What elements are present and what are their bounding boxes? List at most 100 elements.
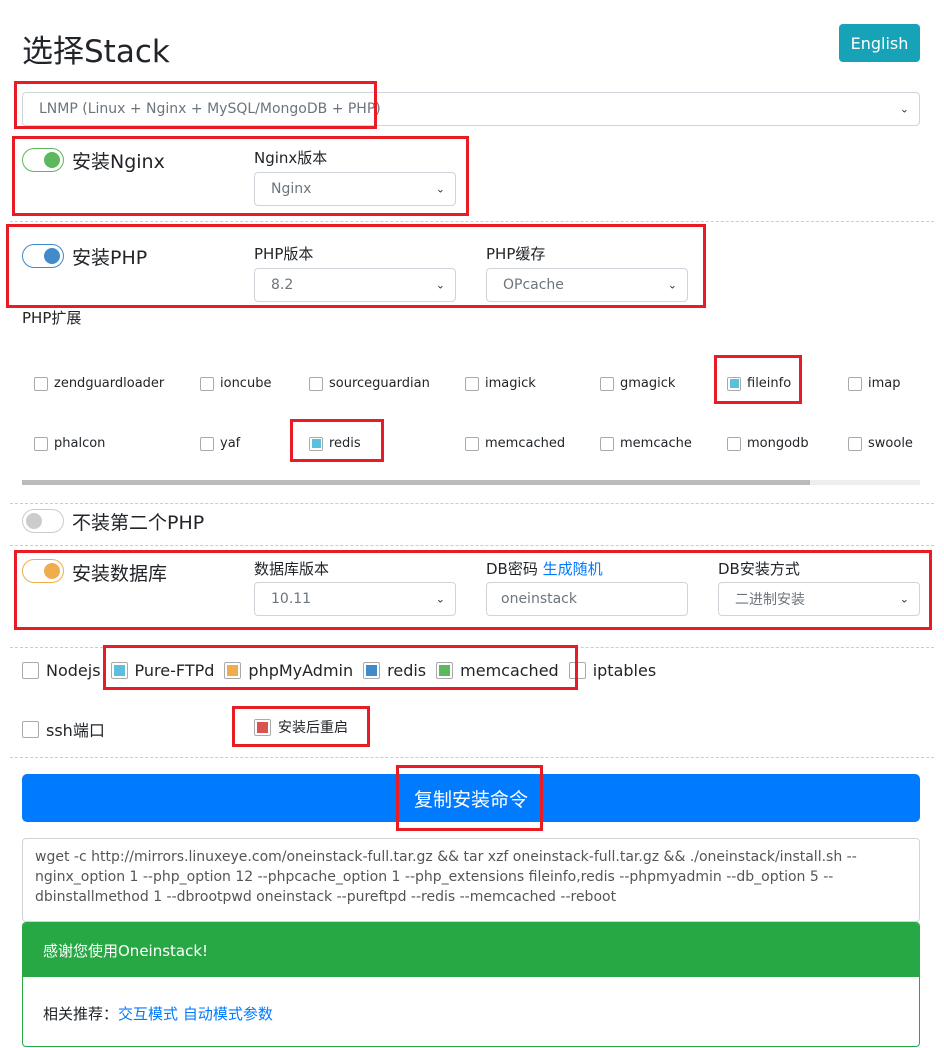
option-iptables[interactable]: iptables	[568, 661, 657, 680]
option-checkbox[interactable]	[568, 662, 586, 679]
extension-checkbox[interactable]	[309, 436, 323, 451]
checked-mark	[113, 665, 125, 676]
extension-checkbox[interactable]	[34, 436, 48, 451]
extension-imagick[interactable]: imagick	[465, 376, 536, 391]
extension-label: yaf	[220, 436, 241, 451]
extensions-scrollbar[interactable]	[22, 480, 920, 485]
extension-checkbox[interactable]	[34, 376, 48, 391]
auto-mode-params-link[interactable]: 自动模式参数	[183, 1005, 273, 1023]
checked-mark	[439, 665, 451, 676]
option-memcached[interactable]: memcached	[436, 661, 559, 680]
stack-select[interactable]: LNMP (Linux + Nginx + MySQL/MongoDB + PH…	[22, 92, 920, 126]
extension-label: imap	[868, 376, 901, 391]
extension-gmagick[interactable]: gmagick	[600, 376, 675, 391]
option-pure-ftpd[interactable]: Pure-FTPd	[110, 661, 215, 680]
db-toggle[interactable]	[22, 559, 64, 583]
db-method-select[interactable]: 二进制安装 ⌄	[718, 582, 920, 616]
option-checkbox[interactable]	[363, 662, 381, 679]
extension-checkbox[interactable]	[200, 376, 214, 391]
chevron-down-icon: ⌄	[899, 592, 909, 606]
db-version-value: 10.11	[271, 591, 312, 607]
extra-options: Nodejs Pure-FTPd phpMyAdmin redis memcached i…	[22, 661, 656, 680]
divider	[10, 503, 934, 504]
extension-checkbox[interactable]	[200, 436, 214, 451]
chevron-down-icon: ⌄	[435, 182, 445, 196]
nginx-toggle[interactable]	[22, 148, 64, 172]
scrollbar-thumb[interactable]	[22, 480, 810, 485]
checked-mark	[366, 665, 378, 676]
extension-imap[interactable]: imap	[848, 376, 901, 391]
extension-checkbox[interactable]	[600, 436, 614, 451]
command-textarea[interactable]: wget -c http://mirrors.linuxeye.com/onei…	[22, 838, 920, 922]
extension-fileinfo[interactable]: fileinfo	[727, 376, 791, 391]
english-button[interactable]: English	[839, 24, 920, 62]
option-label: phpMyAdmin	[248, 661, 354, 680]
interactive-mode-link[interactable]: 交互模式	[118, 1005, 178, 1023]
reboot-label: 安装后重启	[278, 720, 348, 736]
db-version-select[interactable]: 10.11 ⌄	[254, 582, 456, 616]
ssh-port-label: ssh端口	[46, 721, 105, 740]
extension-checkbox[interactable]	[727, 436, 741, 451]
ssh-port-checkbox[interactable]	[22, 720, 39, 738]
extension-yaf[interactable]: yaf	[200, 436, 240, 451]
divider	[10, 545, 934, 546]
nginx-version-select[interactable]: Nginx ⌄	[254, 172, 456, 206]
stack-select-value: LNMP (Linux + Nginx + MySQL/MongoDB + PH…	[39, 101, 381, 117]
option-phpmyadmin[interactable]: phpMyAdmin	[224, 661, 353, 680]
chevron-down-icon: ⌄	[667, 278, 677, 292]
db-password-label-wrap: DB密码 生成随机	[486, 558, 603, 579]
option-checkbox[interactable]	[224, 662, 242, 679]
extension-redis[interactable]: redis	[309, 436, 361, 451]
php-version-select[interactable]: 8.2 ⌄	[254, 268, 456, 302]
generate-random-link[interactable]: 生成随机	[543, 560, 603, 578]
extension-checkbox[interactable]	[465, 436, 479, 451]
page-title: 选择Stack	[22, 34, 170, 70]
extension-label: ioncube	[220, 376, 272, 391]
php-toggle[interactable]	[22, 244, 64, 268]
extension-phalcon[interactable]: phalcon	[34, 436, 105, 451]
option-label: iptables	[592, 661, 657, 680]
copy-command-button[interactable]: 复制安装命令	[22, 774, 920, 822]
extension-checkbox[interactable]	[848, 436, 862, 451]
extension-swoole[interactable]: swoole	[848, 436, 913, 451]
extension-sourceguardian[interactable]: sourceguardian	[309, 376, 430, 391]
extension-checkbox[interactable]	[848, 376, 862, 391]
recommend-label: 相关推荐：	[43, 1005, 119, 1023]
card-body: 相关推荐：交互模式 自动模式参数	[23, 977, 919, 1046]
checked-mark	[227, 665, 239, 676]
db-method-label: DB安装方式	[718, 560, 800, 578]
extension-checkbox[interactable]	[600, 376, 614, 391]
chevron-down-icon: ⌄	[435, 278, 445, 292]
extension-label: memcache	[620, 436, 692, 451]
php-version-label: PHP版本	[254, 245, 314, 263]
db-method-value: 二进制安装	[735, 592, 805, 608]
card-header: 感谢您使用Oneinstack!	[23, 923, 919, 977]
ssh-port-option[interactable]: ssh端口	[22, 717, 105, 741]
option-checkbox[interactable]	[436, 662, 454, 679]
extension-checkbox[interactable]	[727, 376, 741, 391]
extension-label: sourceguardian	[329, 376, 430, 391]
reboot-option[interactable]: 安装后重启	[254, 717, 348, 737]
extension-checkbox[interactable]	[309, 376, 323, 391]
extension-mongodb[interactable]: mongodb	[727, 436, 809, 451]
option-checkbox[interactable]	[22, 662, 39, 679]
extension-memcache[interactable]: memcache	[600, 436, 692, 451]
extension-label: memcached	[485, 436, 566, 451]
php-cache-label: PHP缓存	[486, 245, 546, 263]
option-label: Pure-FTPd	[134, 661, 215, 680]
second-php-toggle[interactable]	[22, 509, 64, 533]
chevron-down-icon: ⌄	[435, 592, 445, 606]
extension-checkbox[interactable]	[465, 376, 479, 391]
nginx-version-label: Nginx版本	[254, 149, 328, 167]
extension-ioncube[interactable]: ioncube	[200, 376, 271, 391]
php-cache-select[interactable]: OPcache ⌄	[486, 268, 688, 302]
extension-memcached[interactable]: memcached	[465, 436, 565, 451]
option-label: redis	[387, 661, 427, 680]
option-nodejs[interactable]: Nodejs	[22, 661, 101, 680]
db-version-label: 数据库版本	[254, 560, 330, 578]
extension-zendguardloader[interactable]: zendguardloader	[34, 376, 164, 391]
option-checkbox[interactable]	[110, 662, 128, 679]
db-password-input[interactable]: oneinstack	[486, 582, 688, 616]
option-redis[interactable]: redis	[363, 661, 426, 680]
reboot-checkbox[interactable]	[254, 718, 271, 736]
